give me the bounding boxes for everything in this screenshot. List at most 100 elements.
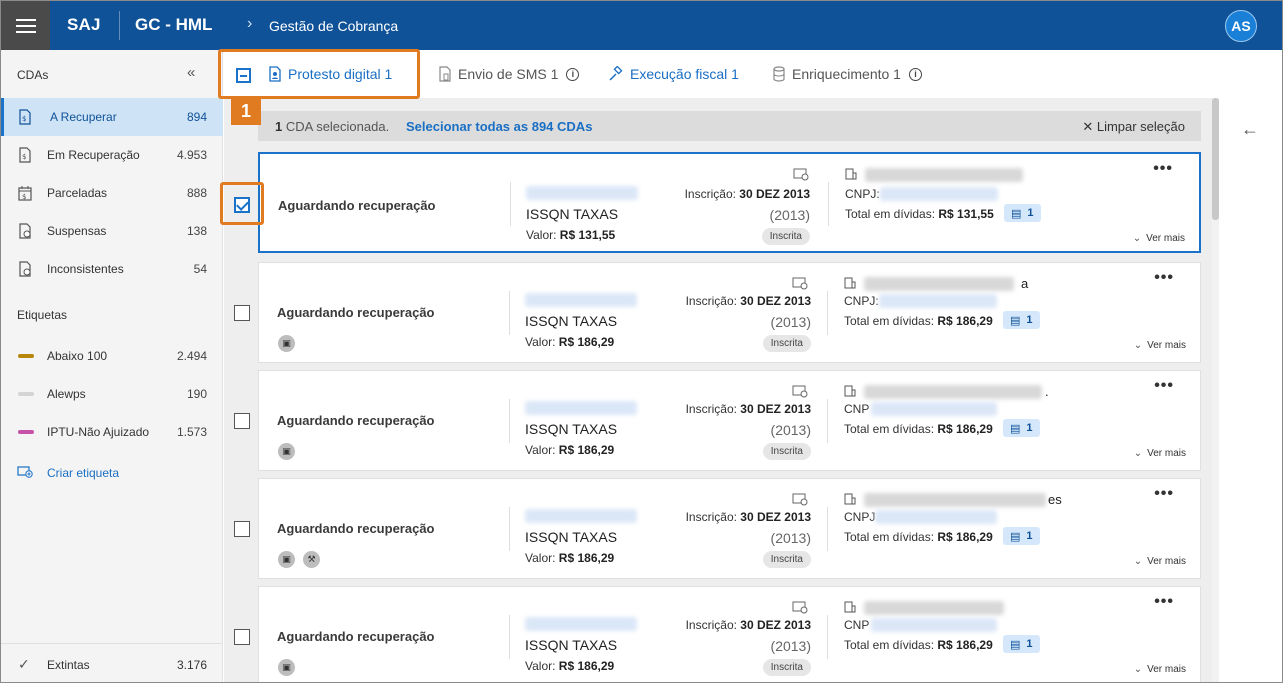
- total-dividas: Total em dívidas: R$ 186,29: [844, 638, 993, 652]
- cda-valor: Valor: R$ 186,29: [525, 443, 614, 457]
- total-amount: R$ 186,29: [937, 422, 993, 436]
- sidebar-item-extintas[interactable]: ✓ Extintas 3.176: [1, 643, 223, 682]
- divider: [510, 182, 511, 226]
- total-dividas: Total em dívidas: R$ 131,55: [845, 207, 994, 221]
- divider: [509, 399, 510, 443]
- document-phone-icon: [439, 66, 451, 82]
- sidebar-item-parceladas[interactable]: $ Parceladas 888: [1, 174, 223, 212]
- contribuinte-name-suffix: es: [1048, 492, 1062, 507]
- redacted-cnpj: [875, 510, 997, 524]
- cda-card[interactable]: Aguardando recuperação ISSQN TAXAS Valor…: [258, 152, 1201, 253]
- document-lock-icon: ▣: [278, 659, 295, 676]
- inscricao-label: Inscrição:: [685, 510, 741, 524]
- redacted-cda-number: [525, 509, 637, 523]
- row-checkbox[interactable]: [234, 521, 250, 537]
- app-name[interactable]: GC - HML: [135, 15, 212, 35]
- enriquecimento-button[interactable]: Enriquecimento 1 i: [772, 66, 922, 82]
- execucao-fiscal-button[interactable]: Execução fiscal 1: [608, 66, 739, 82]
- sidebar-item-count: 888: [186, 186, 207, 200]
- valor-amount: R$ 186,29: [558, 551, 615, 565]
- valor-amount: R$ 186,29: [558, 443, 615, 457]
- create-tag-link[interactable]: Criar etiqueta: [1, 453, 223, 491]
- inscricao-date: 30 DEZ 2013: [740, 510, 811, 524]
- cda-card[interactable]: Aguardando recuperação ▣ ISSQN TAXAS Val…: [258, 262, 1201, 363]
- breadcrumb[interactable]: Gestão de Cobrança: [269, 18, 398, 34]
- tag-label: Abaixo 100: [47, 349, 108, 363]
- brand-logo[interactable]: SAJ: [67, 15, 101, 35]
- ver-mais-button[interactable]: ⌄ Ver mais: [1133, 233, 1185, 244]
- row-checkbox[interactable]: [234, 413, 250, 429]
- sidebar: CDAs « $ A Recuperar 894 $ Em Recuperaçã…: [1, 50, 223, 682]
- inscricao: Inscrição: 30 DEZ 2013: [686, 402, 811, 416]
- exercicio-year: (2013): [770, 314, 811, 330]
- redacted-cnpj: [871, 402, 997, 416]
- menu-icon[interactable]: [1, 1, 50, 50]
- redacted-cnpj: [880, 187, 998, 201]
- document-icon: ▤: [1010, 314, 1021, 327]
- document-add-icon: [793, 168, 809, 181]
- list-scrollbar[interactable]: [1212, 98, 1219, 682]
- info-icon[interactable]: i: [566, 67, 580, 81]
- building-icon: [844, 385, 856, 397]
- document-dollar-icon: $: [19, 147, 31, 163]
- cda-card[interactable]: Aguardando recuperação ▣ ISSQN TAXAS Val…: [258, 370, 1201, 471]
- cda-card[interactable]: Aguardando recuperação ▣ ⚒ ISSQN TAXAS Va…: [258, 478, 1201, 579]
- clear-selection-button[interactable]: ✕ Limpar seleção: [1082, 119, 1185, 135]
- cda-card[interactable]: Aguardando recuperação ▣ ISSQN TAXAS Val…: [258, 586, 1201, 682]
- divider: [827, 507, 828, 551]
- envio-sms-button[interactable]: Envio de SMS 1 i: [438, 66, 580, 82]
- ver-mais-button[interactable]: ⌄ Ver mais: [1134, 340, 1186, 351]
- sidebar-tag-alewps[interactable]: Alewps 190: [1, 375, 223, 413]
- row-checkbox[interactable]: [234, 629, 250, 645]
- more-options-icon[interactable]: •••: [1153, 160, 1173, 178]
- sidebar-item-a-recuperar[interactable]: $ A Recuperar 894: [1, 98, 223, 136]
- documents-badge[interactable]: ▤ 1: [1004, 204, 1041, 222]
- info-icon[interactable]: i: [908, 67, 922, 81]
- scrollbar-thumb[interactable]: [1212, 98, 1219, 220]
- more-options-icon[interactable]: •••: [1154, 269, 1174, 287]
- status-badge: Inscrita: [762, 659, 811, 676]
- total-label: Total em dívidas:: [844, 422, 938, 436]
- total-label: Total em dívidas:: [844, 638, 938, 652]
- valor-label: Valor:: [525, 551, 559, 565]
- documents-count: 1: [1026, 638, 1033, 650]
- more-options-icon[interactable]: •••: [1154, 485, 1174, 503]
- card-icons: ▣: [278, 443, 295, 460]
- sidebar-item-inconsistentes[interactable]: Inconsistentes 54: [1, 250, 223, 288]
- sidebar-item-em-recuperacao[interactable]: $ Em Recuperação 4.953: [1, 136, 223, 174]
- divider: [509, 507, 510, 551]
- documents-badge[interactable]: ▤ 1: [1003, 419, 1040, 437]
- arrow-left-icon[interactable]: ←: [1241, 119, 1259, 140]
- ver-mais-button[interactable]: ⌄ Ver mais: [1134, 448, 1186, 459]
- documents-badge[interactable]: ▤ 1: [1003, 311, 1040, 329]
- sidebar-tag-abaixo-100[interactable]: Abaixo 100 2.494: [1, 337, 223, 375]
- selection-bar: 1 CDA selecionada. Selecionar todas as 8…: [258, 111, 1201, 141]
- ver-mais-label: Ver mais: [1147, 664, 1186, 675]
- select-all-link[interactable]: Selecionar todas as 894 CDAs: [406, 119, 592, 134]
- documents-badge[interactable]: ▤ 1: [1003, 635, 1040, 653]
- redacted-contribuinte-name: [865, 168, 1023, 182]
- row-checkbox[interactable]: [234, 305, 250, 321]
- redacted-contribuinte-name: [864, 277, 1014, 291]
- sidebar-item-count: 54: [193, 262, 207, 276]
- tag-color-swatch: [18, 430, 34, 434]
- cda-status: Aguardando recuperação: [277, 521, 435, 536]
- more-options-icon[interactable]: •••: [1154, 593, 1174, 611]
- documents-badge[interactable]: ▤ 1: [1003, 527, 1040, 545]
- sidebar-item-suspensas[interactable]: Suspensas 138: [1, 212, 223, 250]
- more-options-icon[interactable]: •••: [1154, 377, 1174, 395]
- inscricao: Inscrição: 30 DEZ 2013: [686, 618, 811, 632]
- contribuinte-name-suffix: a: [1021, 276, 1029, 291]
- chevron-down-icon: ⌄: [1133, 340, 1143, 351]
- ver-mais-label: Ver mais: [1146, 233, 1185, 244]
- ver-mais-button[interactable]: ⌄ Ver mais: [1134, 556, 1186, 567]
- redacted-cnpj: [871, 618, 997, 632]
- tag-color-swatch: [18, 354, 34, 358]
- sidebar-tag-iptu-nao-ajuizado[interactable]: IPTU-Não Ajuizado 1.573: [1, 413, 223, 451]
- document-lock-icon: ▣: [278, 335, 295, 352]
- ver-mais-button[interactable]: ⌄ Ver mais: [1134, 664, 1186, 675]
- sidebar-item-count: 3.176: [176, 658, 207, 672]
- avatar[interactable]: AS: [1225, 10, 1257, 42]
- gavel-icon: [609, 66, 623, 81]
- collapse-sidebar-icon[interactable]: «: [187, 64, 195, 81]
